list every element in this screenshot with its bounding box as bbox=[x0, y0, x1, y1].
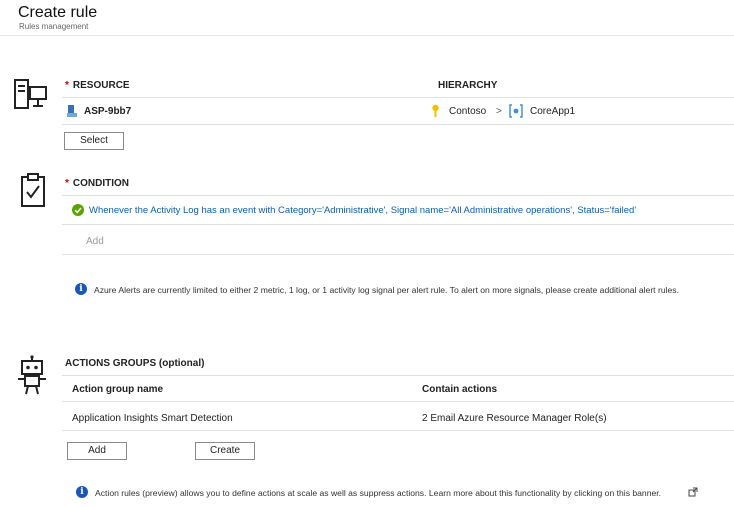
action-rules-banner[interactable]: Action rules (preview) allows you to def… bbox=[95, 488, 661, 498]
divider bbox=[62, 195, 734, 196]
column-header-contain-actions: Contain actions bbox=[422, 384, 498, 395]
condition-label: * CONDITION bbox=[65, 178, 130, 189]
page-header: Create rule Rules management bbox=[0, 0, 734, 36]
app-resource-icon bbox=[509, 104, 523, 118]
divider bbox=[62, 430, 734, 431]
divider bbox=[62, 401, 734, 402]
divider bbox=[62, 224, 734, 225]
contain-actions-cell: 2 Email Azure Resource Manager Role(s) bbox=[422, 413, 607, 424]
divider bbox=[62, 97, 734, 98]
resource-name[interactable]: ASP-9bb7 bbox=[84, 106, 131, 117]
divider bbox=[62, 124, 734, 125]
hierarchy-label: HIERARCHY bbox=[438, 80, 498, 91]
page-title: Create rule bbox=[18, 4, 98, 21]
add-condition-button[interactable]: Add bbox=[86, 236, 104, 247]
key-icon bbox=[432, 104, 439, 117]
required-marker: * bbox=[65, 80, 69, 91]
page-subtitle: Rules management bbox=[19, 22, 89, 31]
required-marker: * bbox=[65, 178, 69, 189]
divider bbox=[62, 254, 734, 255]
action-group-name-cell: Application Insights Smart Detection bbox=[72, 413, 233, 424]
select-resource-button[interactable]: Select bbox=[64, 132, 124, 150]
success-check-icon bbox=[72, 204, 84, 216]
app-service-icon bbox=[67, 105, 77, 117]
hierarchy-separator: > bbox=[496, 106, 502, 117]
create-action-group-button[interactable]: Create bbox=[195, 442, 255, 460]
condition-link[interactable]: Whenever the Activity Log has an event w… bbox=[89, 205, 636, 216]
condition-info-message: Azure Alerts are currently limited to ei… bbox=[94, 285, 679, 295]
column-header-action-group-name: Action group name bbox=[72, 384, 164, 395]
actions-groups-label: ACTIONS GROUPS (optional) bbox=[65, 358, 205, 369]
robot-icon bbox=[18, 355, 46, 395]
info-icon: i bbox=[75, 283, 87, 295]
info-icon: i bbox=[76, 486, 88, 498]
hierarchy-child: CoreApp1 bbox=[530, 106, 576, 117]
computer-icon bbox=[14, 79, 47, 109]
add-action-group-button[interactable]: Add bbox=[67, 442, 127, 460]
external-link-icon[interactable] bbox=[688, 487, 698, 497]
hierarchy-parent: Contoso bbox=[449, 106, 487, 117]
clipboard-check-icon bbox=[21, 173, 45, 207]
divider bbox=[62, 375, 734, 376]
resource-label: * RESOURCE bbox=[65, 80, 130, 91]
